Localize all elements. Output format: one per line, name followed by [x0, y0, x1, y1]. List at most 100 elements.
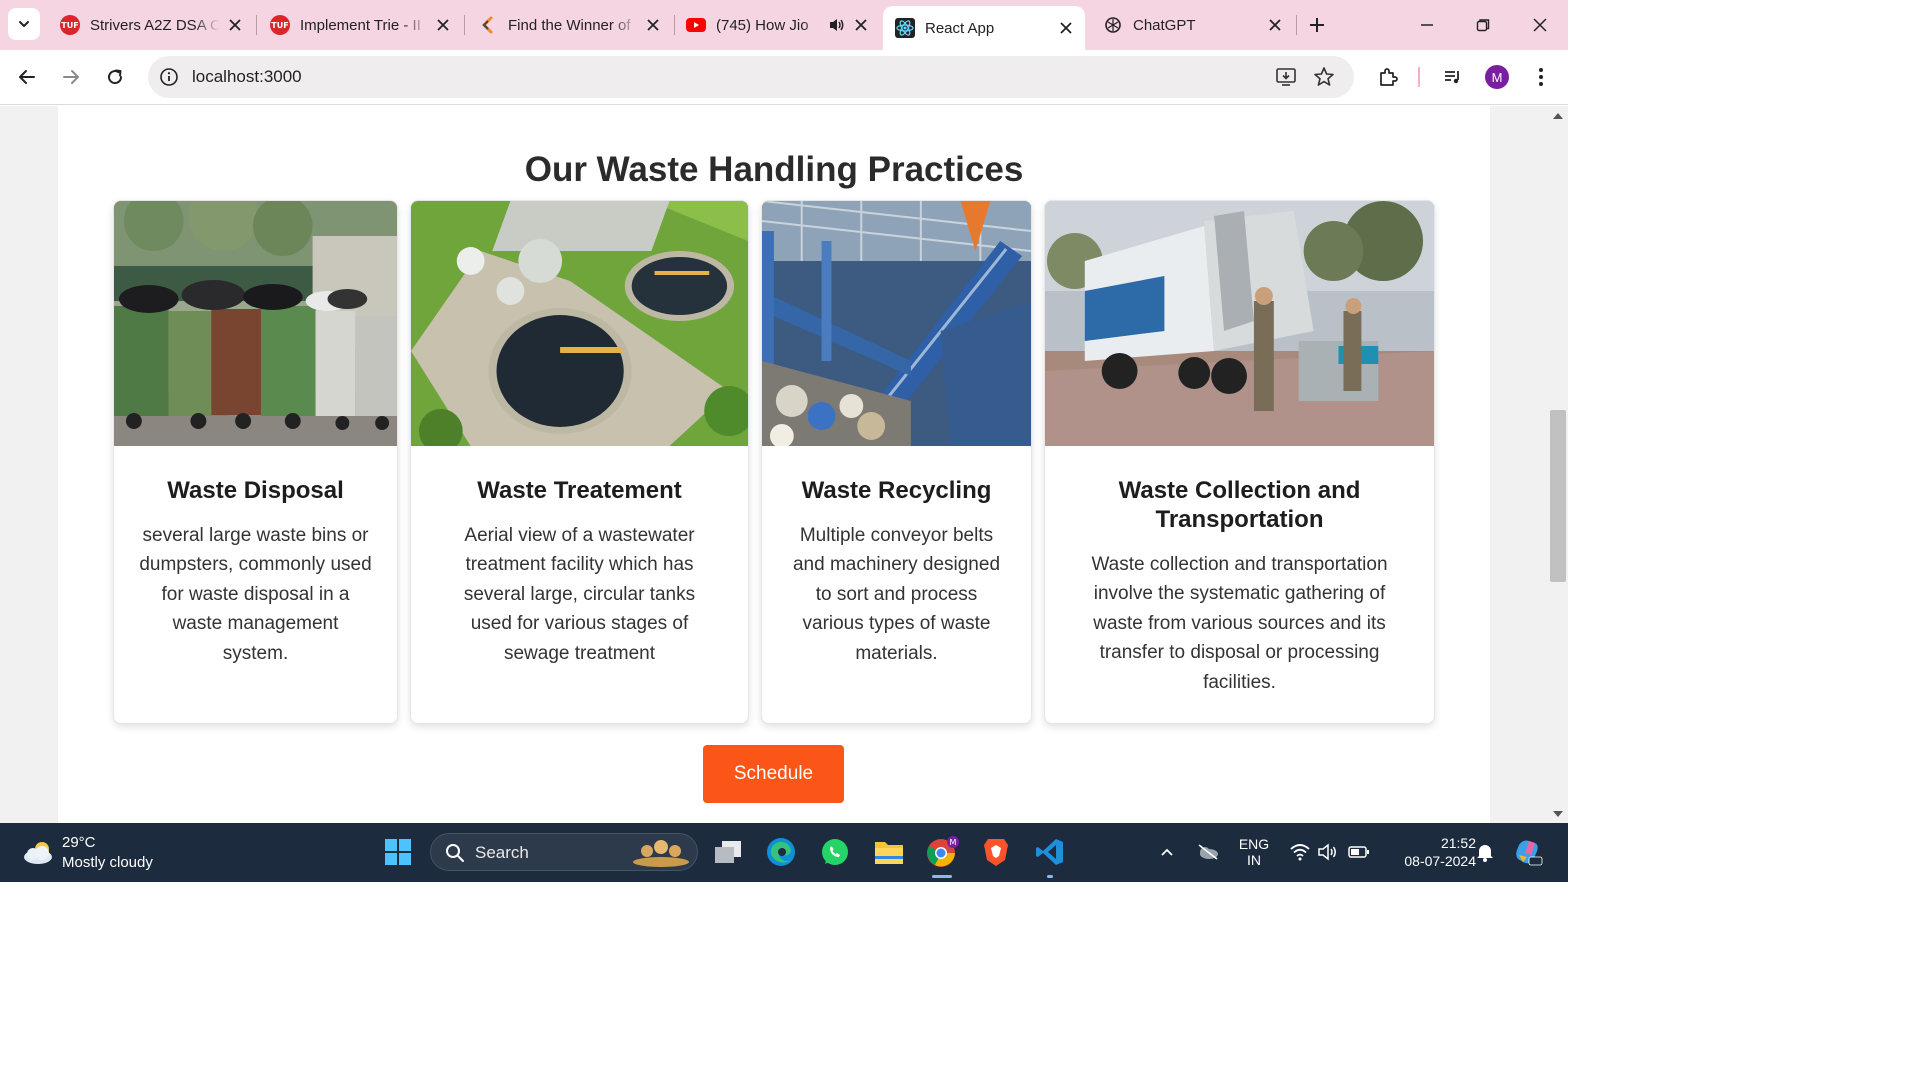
notification-bell-icon[interactable]: [1470, 834, 1500, 870]
close-icon[interactable]: [434, 16, 452, 34]
onedrive-offline-icon[interactable]: [1192, 834, 1224, 870]
card-waste-disposal: Waste Disposal several large waste bins …: [113, 200, 398, 724]
tab-search-button[interactable]: [8, 8, 40, 40]
menu-button[interactable]: [1526, 62, 1556, 92]
treatment-plant-image: [411, 201, 748, 446]
close-icon[interactable]: [852, 16, 870, 34]
puzzle-icon: [1380, 68, 1398, 86]
copilot-icon[interactable]: [1510, 834, 1546, 870]
tab-title: (745) How Jio: [716, 16, 809, 34]
language-indicator[interactable]: ENG IN: [1236, 836, 1272, 868]
card-description: Multiple conveyor belts and machinery de…: [792, 525, 1001, 664]
profile-avatar[interactable]: M: [1485, 65, 1509, 89]
battery-icon[interactable]: [1345, 834, 1373, 870]
vscode-icon[interactable]: [1032, 834, 1068, 870]
speaker-icon[interactable]: [828, 17, 846, 33]
close-icon[interactable]: [226, 16, 244, 34]
react-logo-icon: [895, 18, 915, 38]
task-view-icon[interactable]: [710, 834, 746, 870]
tab-chatgpt[interactable]: ChatGPT: [1091, 6, 1294, 44]
recycling-conveyor-image: [762, 201, 1031, 446]
arrow-left-icon: [19, 70, 35, 84]
close-icon[interactable]: [1266, 16, 1284, 34]
search-icon: [446, 844, 464, 862]
tab-title: React App: [925, 19, 995, 37]
tab-react-app[interactable]: React App: [883, 6, 1085, 50]
chrome-icon[interactable]: M: [924, 834, 960, 870]
wifi-icon[interactable]: [1286, 834, 1314, 870]
media-controls-button[interactable]: [1438, 62, 1468, 92]
garbage-truck-image: [1045, 201, 1434, 446]
edge-icon[interactable]: [763, 834, 799, 870]
close-icon[interactable]: [644, 16, 662, 34]
reload-button[interactable]: [100, 62, 130, 92]
card-description: Waste collection and transportation invo…: [1091, 554, 1388, 693]
tab-implement-trie[interactable]: TUF Implement Trie - II: [258, 6, 462, 44]
clock-time: 21:52: [1440, 835, 1476, 851]
tab-title: Implement Trie - II: [300, 16, 421, 34]
minimize-icon: [1421, 24, 1433, 26]
close-icon: [1533, 18, 1547, 32]
chrome-profile-initial: M: [950, 838, 957, 847]
chevron-down-icon: [19, 21, 29, 27]
tuf-logo-icon: TUF: [60, 15, 80, 35]
schedule-button[interactable]: Schedule: [703, 745, 844, 803]
language-region: IN: [1247, 852, 1261, 868]
restore-button[interactable]: [1470, 12, 1496, 38]
tab-strivers[interactable]: TUF Strivers A2Z DSA C: [48, 6, 254, 44]
show-hidden-icons-chevron-up-icon[interactable]: [1152, 834, 1182, 870]
tab-youtube[interactable]: (745) How Jio: [674, 6, 880, 44]
close-icon[interactable]: [1057, 19, 1075, 37]
weather-desc[interactable]: Mostly cloudy: [62, 854, 153, 871]
search-highlight-art-icon: [633, 840, 689, 867]
media-queue-icon: [1445, 71, 1459, 84]
windows-taskbar: 29°C Mostly cloudy Search M ENG IN 21:52…: [0, 823, 1568, 882]
reload-icon: [108, 69, 123, 85]
close-window-button[interactable]: [1527, 12, 1553, 38]
address-bar[interactable]: localhost:3000: [148, 56, 1354, 98]
weather-temp[interactable]: 29°C: [62, 834, 96, 851]
card-title: Waste Collection and Transportation: [1118, 477, 1361, 533]
dumpsters-image: [114, 201, 397, 446]
scrollbar-thumb[interactable]: [1550, 410, 1566, 582]
tab-find-winner[interactable]: Find the Winner of: [466, 6, 672, 44]
page-scrollbar[interactable]: [1548, 106, 1568, 823]
install-app-icon[interactable]: [1274, 65, 1298, 89]
card-waste-treatment: Waste Treatement Aerial view of a wastew…: [410, 200, 749, 724]
browser-toolbar: localhost:3000 M: [0, 50, 1568, 105]
tab-strip: TUF Strivers A2Z DSA C TUF Implement Tri…: [0, 0, 1568, 50]
url-text[interactable]: localhost:3000: [192, 67, 302, 87]
scroll-up-arrow-icon[interactable]: [1553, 113, 1563, 119]
tuf-logo-icon: TUF: [270, 15, 290, 35]
restore-icon: [1476, 19, 1490, 32]
toolbar-divider: [1418, 67, 1420, 87]
brave-icon[interactable]: [978, 834, 1014, 870]
running-indicator: [1047, 875, 1053, 878]
tab-separator: [1296, 15, 1297, 35]
tab-title: ChatGPT: [1133, 16, 1196, 34]
back-button[interactable]: [12, 62, 42, 92]
tab-title: Find the Winner of: [508, 16, 631, 34]
running-indicator: [932, 875, 952, 878]
windows-start-icon[interactable]: [380, 834, 416, 870]
volume-icon[interactable]: [1314, 834, 1342, 870]
forward-button[interactable]: [56, 62, 86, 92]
tab-title: Strivers A2Z DSA C: [90, 16, 220, 34]
taskbar-search-box[interactable]: Search: [430, 833, 698, 871]
cloudy-weather-icon[interactable]: [22, 838, 56, 866]
extensions-button[interactable]: [1373, 62, 1403, 92]
scroll-down-arrow-icon[interactable]: [1553, 811, 1563, 817]
file-explorer-icon[interactable]: [871, 834, 907, 870]
search-label: Search: [475, 843, 529, 862]
card-title: Waste Disposal: [167, 477, 344, 504]
whatsapp-icon[interactable]: [817, 834, 853, 870]
clock[interactable]: 21:52 08-07-2024: [1380, 835, 1476, 869]
site-info-icon[interactable]: [158, 66, 180, 88]
clock-date: 08-07-2024: [1404, 853, 1476, 869]
tab-separator: [256, 15, 257, 35]
practices-section: Our Waste Handling Practices Waste Dispo…: [58, 106, 1490, 823]
minimize-button[interactable]: [1414, 12, 1440, 38]
card-waste-collection: Waste Collection and Transportation Wast…: [1044, 200, 1435, 724]
new-tab-button[interactable]: [1304, 12, 1330, 38]
bookmark-star-icon[interactable]: [1312, 65, 1336, 89]
